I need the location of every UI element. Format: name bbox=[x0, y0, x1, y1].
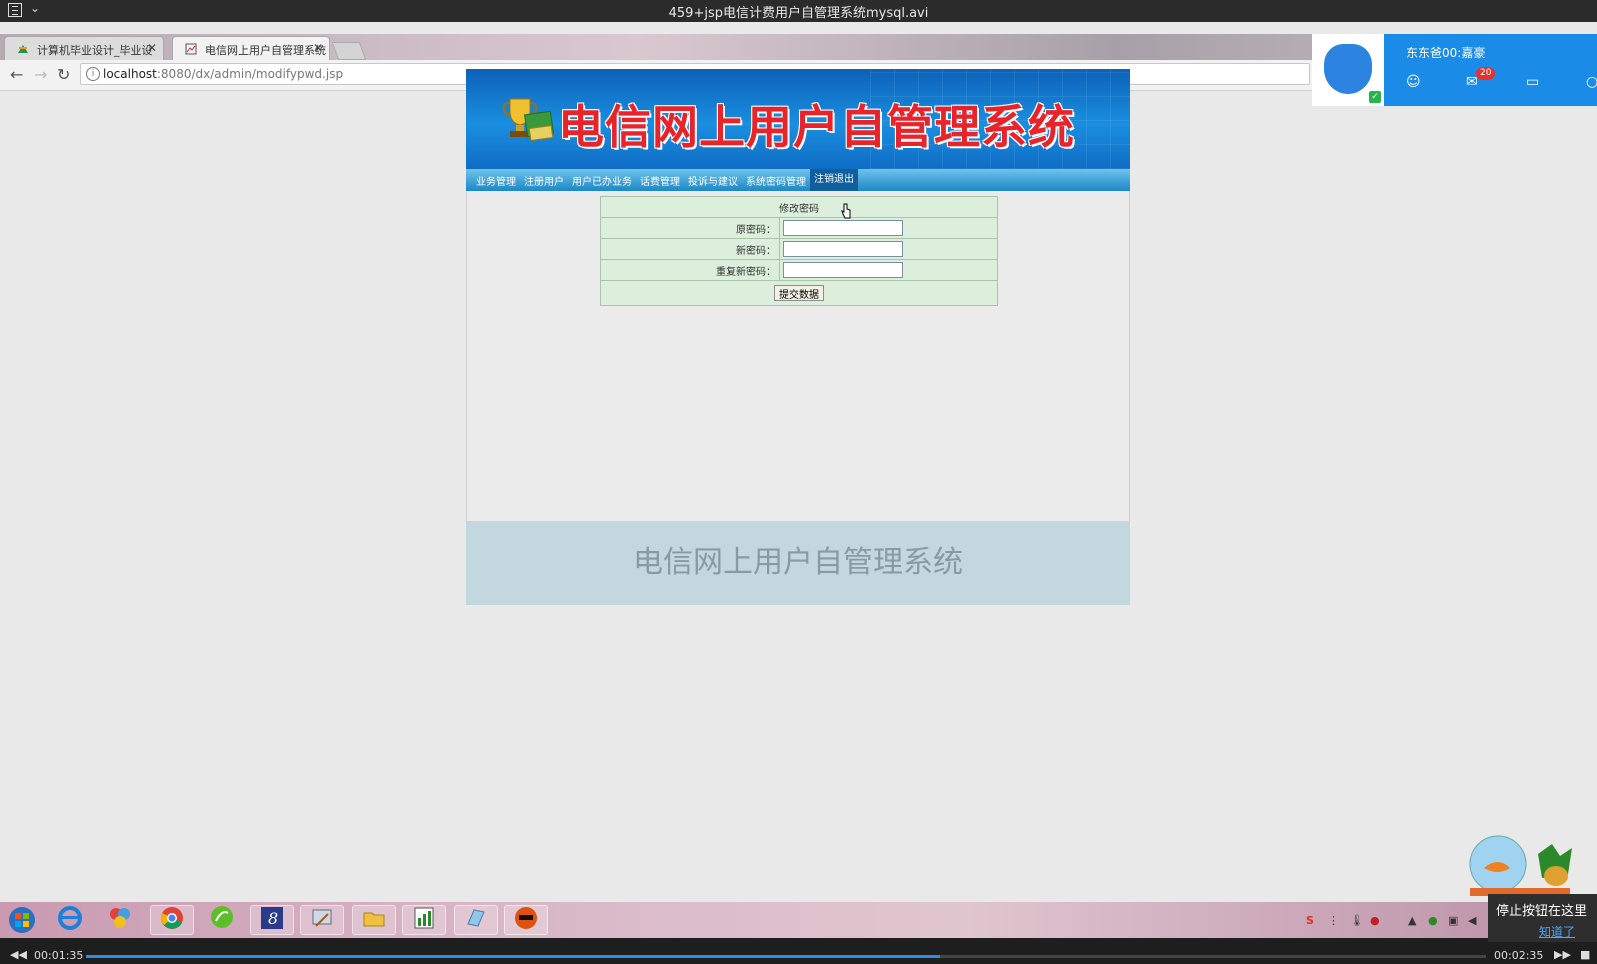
start-button-icon[interactable] bbox=[0, 905, 44, 935]
media-app-icon[interactable] bbox=[98, 905, 142, 935]
fishbowl-widget-icon bbox=[1469, 835, 1572, 896]
avatar-image bbox=[1324, 44, 1372, 94]
form-caption: 修改密码 bbox=[600, 196, 998, 218]
windows-taskbar: 8 S ⋮ 🌡 ● ▲ ● ▣ ◀ bbox=[0, 902, 1597, 938]
main-content: 修改密码 原密码： 新密码： 重复新密码： 提交数据 bbox=[466, 191, 1130, 521]
elapsed-time: 00:01:35 bbox=[34, 949, 84, 962]
nav-user-business[interactable]: 用户已办业务 bbox=[568, 173, 636, 188]
change-password-form: 修改密码 原密码： 新密码： 重复新密码： 提交数据 bbox=[600, 196, 998, 306]
trophy-icon bbox=[502, 98, 554, 142]
hand-cursor-icon bbox=[841, 203, 851, 219]
tray-app-icon[interactable]: ● bbox=[1428, 914, 1438, 927]
editor-app-icon[interactable]: 8 bbox=[250, 905, 294, 935]
new-tab-button[interactable] bbox=[331, 42, 367, 60]
new-password-label: 新密码： bbox=[600, 238, 780, 260]
url-host: localhost bbox=[103, 67, 157, 81]
tray-network-icon[interactable]: ▲ bbox=[1408, 914, 1416, 927]
notice-text: 停止按钮在这里 bbox=[1496, 904, 1588, 919]
chrome-icon[interactable] bbox=[150, 905, 194, 935]
old-password-label: 原密码： bbox=[600, 217, 780, 239]
chart-app-icon[interactable] bbox=[402, 905, 446, 935]
tab-label: 计算机毕业设计_毕业设 bbox=[37, 44, 153, 57]
qq-popup: ✓ 东东爸00:嘉豪 ☺ ✉ 20 ▭ ○ bbox=[1312, 34, 1597, 106]
back-arrow-icon[interactable]: ← bbox=[10, 65, 23, 84]
qq-username: 东东爸00:嘉豪 bbox=[1406, 46, 1486, 60]
tray-thermometer-icon[interactable]: 🌡 bbox=[1350, 914, 1364, 927]
nav-billing-management[interactable]: 话费管理 bbox=[636, 173, 684, 188]
forward-arrow-icon[interactable]: → bbox=[34, 65, 47, 84]
nav-password-management[interactable]: 系统密码管理 bbox=[742, 173, 810, 188]
tab-telecom-system[interactable]: 电信网上用户自管理系统 ✕ bbox=[172, 36, 330, 60]
close-icon[interactable]: ✕ bbox=[313, 41, 323, 55]
note-app-icon[interactable] bbox=[454, 905, 498, 935]
search-icon[interactable]: ○ bbox=[1586, 74, 1597, 90]
close-icon[interactable]: ✕ bbox=[147, 41, 157, 55]
site-banner: 电信网上用户自管理系统 bbox=[466, 69, 1130, 169]
old-password-input[interactable] bbox=[783, 220, 903, 236]
player-title-bar: ⌄ 459+jsp电信计费用户自管理系统mysql.avi bbox=[0, 0, 1597, 22]
avatar[interactable]: ✓ bbox=[1312, 34, 1384, 106]
online-status-icon: ✓ bbox=[1369, 91, 1381, 103]
player-controls: ◀◀ 00:01:35 00:02:35 ▶▶ ■ bbox=[0, 948, 1597, 964]
ie-browser-icon[interactable] bbox=[48, 905, 92, 935]
nav-complaints[interactable]: 投诉与建议 bbox=[684, 173, 742, 188]
tab-graduation-design[interactable]: 计算机毕业设计_毕业设 ✕ bbox=[4, 36, 164, 60]
rewind-icon[interactable]: ◀◀ bbox=[10, 948, 27, 961]
svg-text:8: 8 bbox=[268, 909, 278, 928]
site-favicon-icon bbox=[18, 45, 28, 53]
nav-business-management[interactable]: 业务管理 bbox=[472, 173, 520, 188]
tray-security-icon[interactable]: ● bbox=[1370, 914, 1380, 927]
submit-button[interactable]: 提交数据 bbox=[774, 285, 824, 301]
new-password-input[interactable] bbox=[783, 241, 903, 257]
repeat-password-label: 重复新密码： bbox=[600, 259, 780, 281]
green-app-icon[interactable] bbox=[200, 905, 244, 935]
banner-title: 电信网上用户自管理系统 bbox=[558, 100, 1075, 154]
tray-display-icon[interactable]: ▣ bbox=[1448, 914, 1458, 927]
tray-signal-icon[interactable]: ⋮ bbox=[1328, 914, 1339, 927]
notice-dismiss-link[interactable]: 知道了 bbox=[1496, 923, 1597, 940]
volume-icon[interactable]: ◀ bbox=[1468, 914, 1476, 927]
smile-icon[interactable]: ☺ bbox=[1406, 74, 1424, 90]
nav-logout[interactable]: 注销退出 bbox=[810, 169, 858, 191]
url-path: :8080/dx/admin/modifypwd.jsp bbox=[156, 67, 344, 81]
tools-app-icon[interactable] bbox=[300, 905, 344, 935]
file-explorer-icon[interactable] bbox=[352, 905, 396, 935]
site-footer: 电信网上用户自管理系统 bbox=[466, 521, 1130, 605]
mail-count-badge: 20 bbox=[1476, 67, 1496, 80]
page-favicon-icon bbox=[185, 43, 197, 55]
web-page: 电信网上用户自管理系统 业务管理 注册用户 用户已办业务 话费管理 投诉与建议 … bbox=[466, 69, 1130, 605]
nav-register-user[interactable]: 注册用户 bbox=[520, 173, 568, 188]
stop-icon[interactable]: ■ bbox=[1580, 948, 1590, 961]
calendar-icon[interactable]: ▭ bbox=[1526, 74, 1544, 90]
main-nav: 业务管理 注册用户 用户已办业务 话费管理 投诉与建议 系统密码管理 注销退出 bbox=[466, 169, 1130, 191]
video-title: 459+jsp电信计费用户自管理系统mysql.avi bbox=[668, 6, 929, 21]
reload-icon[interactable]: ↻ bbox=[57, 65, 70, 84]
tab-label: 电信网上用户自管理系统 bbox=[205, 44, 326, 57]
fast-forward-icon[interactable]: ▶▶ bbox=[1554, 948, 1571, 961]
recorder-app-icon[interactable] bbox=[504, 905, 548, 935]
stop-button-notice: 停止按钮在这里 知道了 bbox=[1488, 894, 1597, 942]
total-time: 00:02:35 bbox=[1494, 949, 1544, 962]
info-icon[interactable]: i bbox=[86, 67, 100, 81]
input-method-icon[interactable]: S bbox=[1306, 914, 1314, 927]
progress-bar[interactable] bbox=[86, 955, 1486, 958]
repeat-password-input[interactable] bbox=[783, 262, 903, 278]
progress-fill bbox=[86, 955, 940, 958]
